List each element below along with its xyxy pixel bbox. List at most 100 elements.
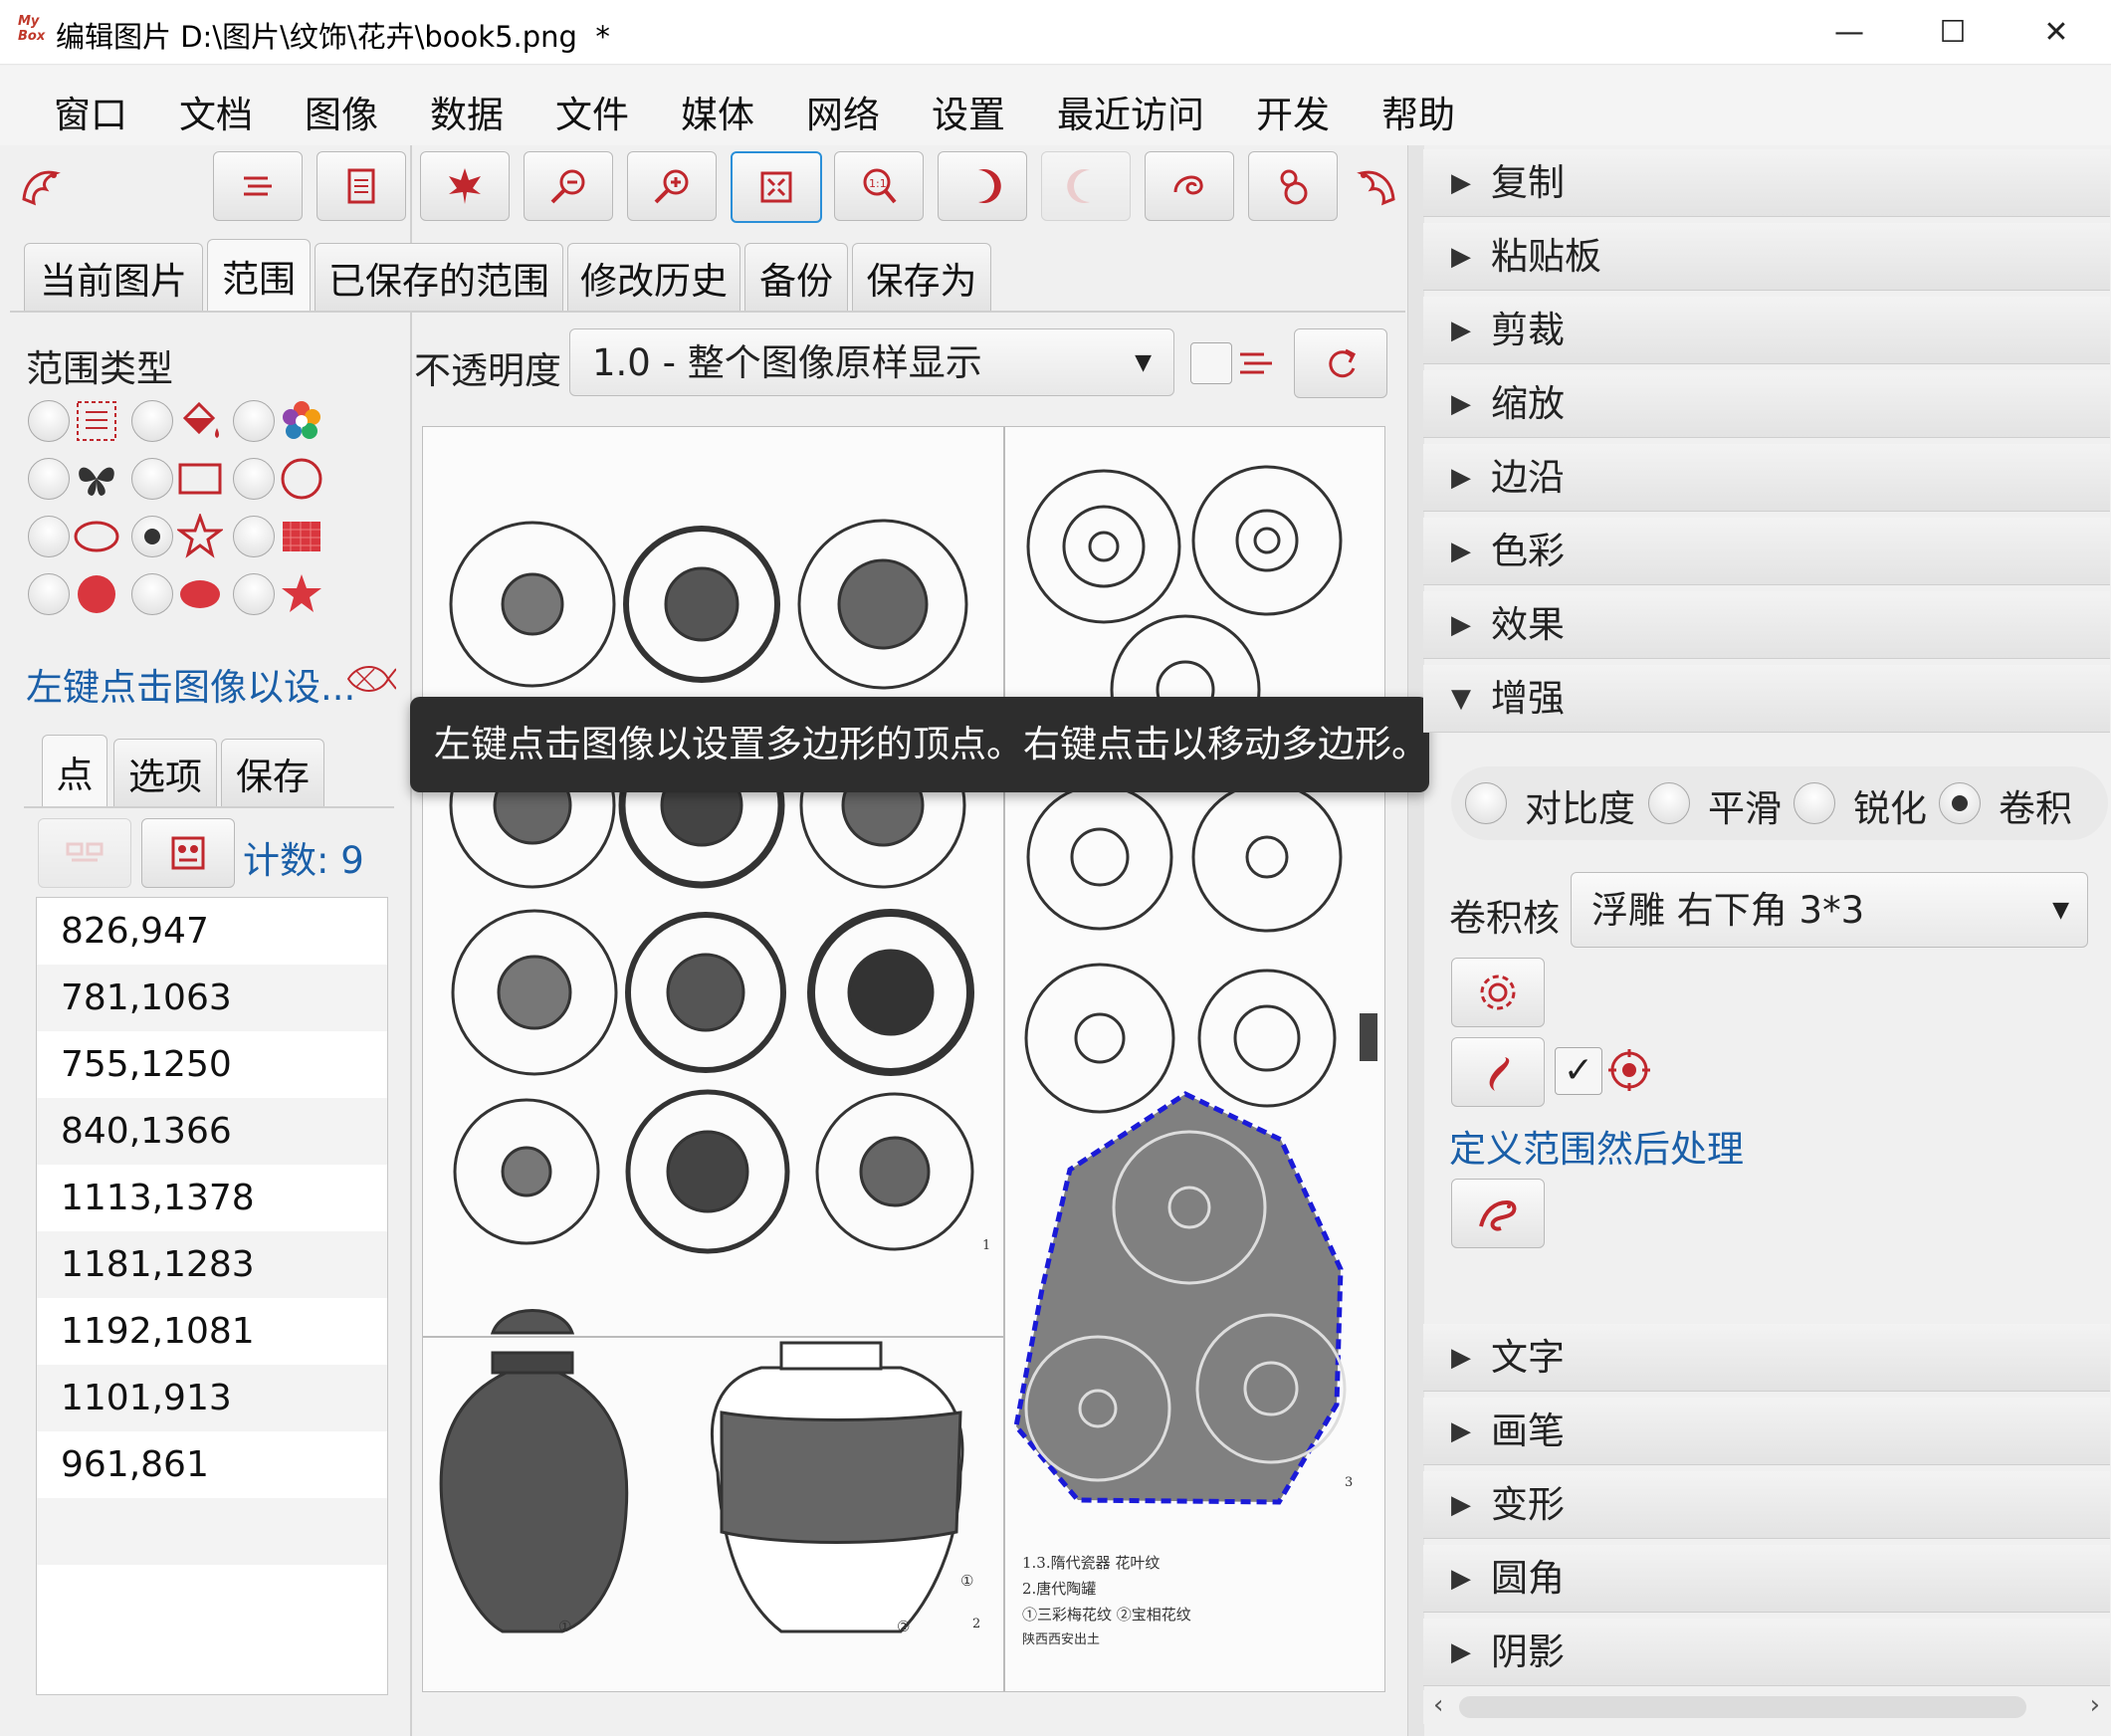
left-splitter[interactable] (410, 145, 412, 1736)
point-row[interactable]: 1101,913 (37, 1365, 387, 1431)
kernel-settings-button[interactable] (1451, 958, 1545, 1027)
scope-radio-circle-matting[interactable] (28, 573, 70, 615)
accordion-pen[interactable]: ▶ 画笔 (1423, 1398, 2110, 1465)
accordion-shadow[interactable]: ▶ 阴影 (1423, 1619, 2110, 1686)
accordion-label: 文字 (1491, 1336, 1565, 1379)
accordion-transform[interactable]: ▶ 变形 (1423, 1471, 2110, 1539)
point-row[interactable]: 1192,1081 (37, 1298, 387, 1365)
menu-document[interactable]: 文档 (179, 85, 253, 138)
book-page-image[interactable]: ① ① ② 1 2 3 1.3.隋代瓷器 花叶纹 2.唐代陶罐 ①三彩梅花纹 ②… (423, 427, 1384, 1691)
scope-radio-rectangle[interactable] (131, 458, 173, 500)
tab-history[interactable]: 修改历史 (567, 243, 740, 311)
accordion-clipboard[interactable]: ▶ 粘贴板 (1423, 223, 2110, 291)
clear-points-button[interactable] (38, 818, 131, 888)
tab-backup[interactable]: 备份 (744, 243, 848, 311)
gourd-button[interactable] (1248, 151, 1338, 221)
tab-saved-scopes[interactable]: 已保存的范围 (315, 243, 563, 311)
tab-scope[interactable]: 范围 (207, 239, 311, 311)
apply-button[interactable] (1451, 1179, 1545, 1248)
maple-button[interactable] (420, 151, 510, 221)
tab-options[interactable]: 选项 (113, 739, 217, 806)
maple-leaf-icon (449, 168, 481, 204)
show-scope-checkbox[interactable] (1190, 342, 1232, 384)
accordion-copy[interactable]: ▶ 复制 (1423, 149, 2110, 217)
accordion-text[interactable]: ▶ 文字 (1423, 1324, 2110, 1392)
scope-hint-link[interactable]: 左键点击图像以设... (26, 657, 355, 711)
scope-radio-color[interactable] (233, 400, 275, 442)
scope-radio-whole[interactable] (28, 400, 70, 442)
menu-data[interactable]: 数据 (430, 85, 504, 138)
horizontal-scrollbar[interactable]: ‹ › (1423, 1690, 2110, 1724)
fit-window-button[interactable] (731, 151, 822, 223)
close-button[interactable]: ✕ (2005, 0, 2108, 64)
point-row[interactable]: 1113,1378 (37, 1165, 387, 1231)
radio-convolution[interactable] (1939, 782, 1981, 824)
menu-image[interactable]: 图像 (305, 85, 378, 138)
scope-radio-outline[interactable] (28, 458, 70, 500)
scope-radio-ellipse-matting[interactable] (131, 573, 173, 615)
preview-checkbox[interactable]: ✓ (1555, 1047, 1602, 1095)
opacity-select[interactable]: 1.0 - 整个图像原样显示 ▼ (569, 328, 1174, 396)
point-row[interactable]: 840,1366 (37, 1098, 387, 1165)
reset-scope-button[interactable] (1294, 328, 1387, 398)
zoom-out-button[interactable] (524, 151, 613, 221)
tab-save-as[interactable]: 保存为 (852, 243, 991, 311)
mask-icon (171, 836, 205, 870)
accordion-effects[interactable]: ▶ 效果 (1423, 591, 2110, 659)
actual-size-button[interactable]: 1:1 (834, 151, 924, 221)
point-row[interactable]: 1181,1283 (37, 1231, 387, 1298)
scope-radio-circle[interactable] (233, 458, 275, 500)
points-list[interactable]: 826,947 781,1063 755,1250 840,1366 1113,… (36, 897, 388, 1695)
actual-size-icon: 1:1 (863, 168, 897, 204)
radio-sharpen[interactable] (1794, 782, 1835, 824)
kernel-select[interactable]: 浮雕 右下角 3*3 ▼ (1571, 872, 2088, 948)
scope-wave-button[interactable] (213, 151, 303, 221)
menu-help[interactable]: 帮助 (1381, 85, 1455, 138)
remove-point-button[interactable] (141, 818, 235, 888)
image-canvas[interactable]: ① ① ② 1 2 3 1.3.隋代瓷器 花叶纹 2.唐代陶罐 ①三彩梅花纹 ②… (422, 426, 1385, 1692)
point-row[interactable]: 961,861 (37, 1431, 387, 1498)
accordion-border[interactable]: ▶ 边沿 (1423, 444, 2110, 512)
point-row[interactable]: 826,947 (37, 898, 387, 965)
radio-smooth[interactable] (1648, 782, 1690, 824)
point-row[interactable]: 755,1250 (37, 1031, 387, 1098)
scope-radio-matting[interactable] (131, 400, 173, 442)
rotate-left-button[interactable] (938, 151, 1027, 221)
tab-current-image[interactable]: 当前图片 (24, 243, 203, 311)
maximize-button[interactable]: ☐ (1901, 0, 2005, 64)
accordion-enhance[interactable]: ▼ 增强 (1423, 665, 2110, 733)
right-splitter[interactable] (1407, 145, 1424, 1736)
scrollbar-thumb[interactable] (1459, 1696, 2026, 1718)
collapsed-arrow-icon: ▶ (1451, 1343, 1471, 1373)
scroll-left-icon[interactable]: ‹ (1433, 1690, 1443, 1720)
scope-radio-ellipse[interactable] (28, 516, 70, 557)
menu-file[interactable]: 文件 (555, 85, 629, 138)
minimize-button[interactable]: — (1797, 0, 1901, 64)
accordion-crop[interactable]: ▶ 剪裁 (1423, 297, 2110, 364)
document-button[interactable] (317, 151, 406, 221)
define-scope-link[interactable]: 定义范围然后处理 (1449, 1119, 1744, 1173)
accordion-scale[interactable]: ▶ 缩放 (1423, 370, 2110, 438)
dragon-icon (1479, 1199, 1517, 1231)
rotate-right-button[interactable] (1041, 151, 1131, 221)
menu-network[interactable]: 网络 (806, 85, 880, 138)
tab-save[interactable]: 保存 (221, 739, 324, 806)
undo-button[interactable] (1451, 1037, 1545, 1107)
scroll-right-icon[interactable]: › (2090, 1690, 2100, 1720)
radio-contrast[interactable] (1465, 782, 1507, 824)
menu-develop[interactable]: 开发 (1256, 85, 1330, 138)
fit-window-icon (760, 171, 792, 203)
zoom-in-button[interactable] (627, 151, 717, 221)
menu-media[interactable]: 媒体 (681, 85, 754, 138)
menu-recent[interactable]: 最近访问 (1057, 85, 1204, 138)
tab-points[interactable]: 点 (42, 735, 107, 806)
menu-settings[interactable]: 设置 (932, 85, 1005, 138)
swirl-button[interactable] (1145, 151, 1234, 221)
menu-window[interactable]: 窗口 (54, 85, 127, 138)
scope-radio-polygon-matting[interactable] (233, 573, 275, 615)
scope-radio-rect-matting[interactable] (233, 516, 275, 557)
scope-radio-polygon[interactable] (131, 516, 173, 557)
accordion-color[interactable]: ▶ 色彩 (1423, 518, 2110, 585)
accordion-round-corner[interactable]: ▶ 圆角 (1423, 1545, 2110, 1613)
point-row[interactable]: 781,1063 (37, 965, 387, 1031)
